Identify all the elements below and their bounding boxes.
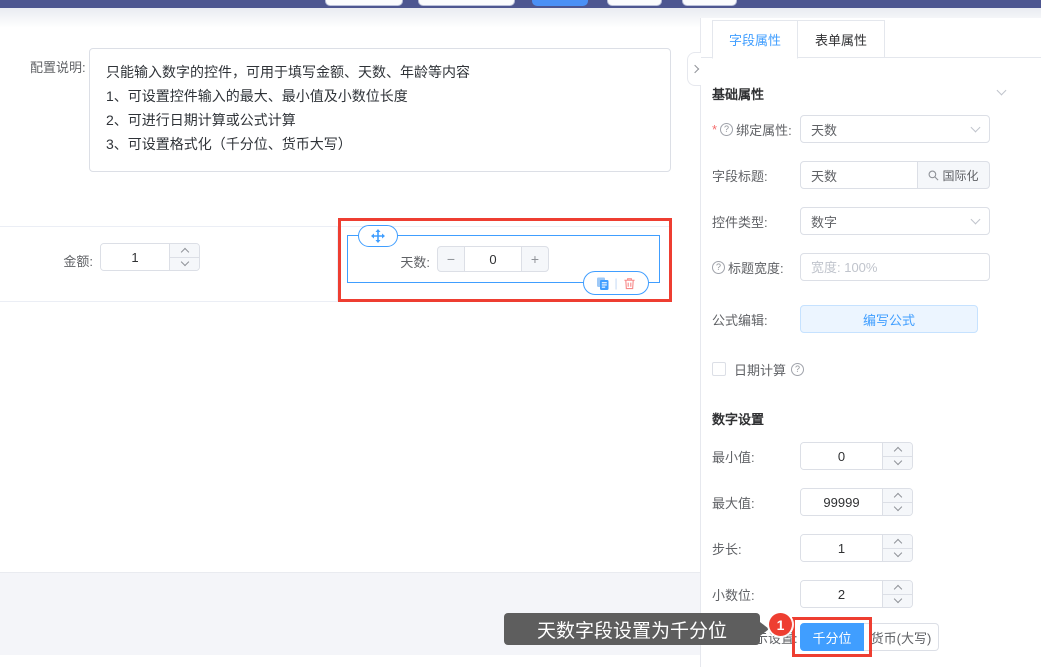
i18n-button[interactable]: 国际化 — [918, 161, 990, 189]
annotation-box-days-field — [338, 218, 672, 302]
config-line: 只能输入数字的控件，可用于填写金额、天数、年龄等内容 — [106, 60, 654, 84]
annotation-box-thousands-button — [792, 617, 872, 657]
question-circle-icon[interactable]: ? — [712, 261, 725, 274]
form-designer-screen: 配置说明: 只能输入数字的控件，可用于填写金额、天数、年龄等内容 1、可设置控件… — [0, 0, 1041, 667]
annotation-tooltip-arrow — [760, 622, 769, 636]
max-value-number-input — [800, 488, 913, 516]
spinner-up-button[interactable] — [883, 581, 912, 594]
chevron-up-icon — [893, 585, 901, 593]
chevron-right-icon — [690, 65, 698, 73]
currency-uppercase-button[interactable]: 货币(大写) — [864, 623, 939, 651]
min-value-row: 最小值: — [712, 442, 913, 470]
section-basic-properties: 基础属性 — [712, 84, 764, 103]
control-type-label: 控件类型: — [712, 212, 800, 231]
min-value-input[interactable] — [801, 443, 882, 469]
toolbar-button-partial[interactable] — [418, 0, 515, 6]
bind-property-value: 天数 — [811, 120, 837, 139]
chevron-up-icon — [893, 447, 901, 455]
amount-field-label: 金额: — [55, 251, 93, 270]
tab-form-properties[interactable]: 表单属性 — [797, 20, 885, 58]
spinner-up-button[interactable] — [883, 489, 912, 502]
chevron-down-icon — [971, 123, 981, 133]
config-description-box[interactable]: 只能输入数字的控件，可用于填写金额、天数、年龄等内容 1、可设置控件输入的最大、… — [89, 48, 671, 172]
date-calc-row: 日期计算 ? — [712, 355, 804, 383]
bind-property-label: 绑定属性: — [736, 120, 792, 139]
chevron-down-icon — [971, 215, 981, 225]
step-input[interactable] — [801, 535, 882, 561]
required-mark: * — [712, 122, 717, 137]
bind-property-row: * ? 绑定属性: 天数 — [712, 115, 990, 143]
chevron-down-icon — [180, 258, 188, 266]
amount-spinner-down-button[interactable] — [170, 257, 199, 271]
amount-input[interactable] — [101, 244, 169, 270]
title-width-input[interactable] — [800, 253, 990, 281]
spinner-down-button[interactable] — [883, 456, 912, 470]
question-circle-icon[interactable]: ? — [720, 123, 733, 136]
spinner-down-button[interactable] — [883, 594, 912, 608]
decimal-places-row: 小数位: — [712, 580, 913, 608]
section-number-settings: 数字设置 — [712, 409, 764, 428]
max-value-label: 最大值: — [712, 493, 800, 512]
control-type-value: 数字 — [811, 212, 837, 231]
decimal-places-label: 小数位: — [712, 585, 800, 604]
control-type-select[interactable]: 数字 — [800, 207, 990, 235]
toolbar-button-partial[interactable] — [682, 0, 737, 6]
date-calc-label: 日期计算 — [734, 360, 786, 379]
annotation-tooltip: 天数字段设置为千分位 — [504, 613, 760, 645]
field-title-row: 字段标题: 国际化 — [712, 161, 990, 189]
field-title-label: 字段标题: — [712, 166, 800, 185]
formula-row: 公式编辑: 编写公式 — [712, 305, 978, 333]
chevron-up-icon — [893, 539, 901, 547]
step-label: 步长: — [712, 539, 800, 558]
amount-spinner-up-button[interactable] — [170, 244, 199, 257]
title-width-row: ? 标题宽度: — [712, 253, 990, 281]
formula-label: 公式编辑: — [712, 310, 800, 329]
decimal-places-number-input — [800, 580, 913, 608]
chevron-down-icon — [893, 595, 901, 603]
tab-field-properties[interactable]: 字段属性 — [712, 20, 798, 59]
annotation-badge-1: 1 — [769, 613, 792, 636]
max-value-input[interactable] — [801, 489, 882, 515]
decimal-places-input[interactable] — [801, 581, 882, 607]
panel-collapse-handle[interactable] — [687, 52, 701, 86]
toolbar-button-partial[interactable] — [607, 0, 662, 6]
config-line: 1、可设置控件输入的最大、最小值及小数位长度 — [106, 84, 654, 108]
config-description-label: 配置说明: — [30, 57, 86, 76]
chevron-down-icon — [893, 503, 901, 511]
canvas-bottom-strip — [0, 655, 700, 667]
config-line: 3、可设置格式化（千分位、货币大写） — [106, 132, 654, 156]
i18n-button-label: 国际化 — [942, 167, 978, 184]
spinner-up-button[interactable] — [883, 535, 912, 548]
top-toolbar — [0, 0, 1041, 8]
toolbar-button-partial[interactable] — [325, 0, 403, 6]
bind-property-select[interactable]: 天数 — [800, 115, 990, 143]
search-icon — [928, 170, 939, 181]
max-value-row: 最大值: — [712, 488, 913, 516]
spinner-down-button[interactable] — [883, 502, 912, 516]
config-line: 2、可进行日期计算或公式计算 — [106, 108, 654, 132]
date-calc-checkbox[interactable] — [712, 362, 726, 376]
amount-number-input — [100, 243, 200, 271]
control-type-row: 控件类型: 数字 — [712, 207, 990, 235]
toolbar-button-partial-primary[interactable] — [532, 0, 588, 6]
spinner-down-button[interactable] — [883, 548, 912, 562]
chevron-up-icon — [893, 493, 901, 501]
chevron-down-icon — [893, 549, 901, 557]
write-formula-button[interactable]: 编写公式 — [800, 305, 978, 333]
step-number-input — [800, 534, 913, 562]
amount-spinner — [169, 244, 199, 270]
question-circle-icon[interactable]: ? — [791, 363, 804, 376]
spinner-up-button[interactable] — [883, 443, 912, 456]
step-row: 步长: — [712, 534, 913, 562]
title-width-label: 标题宽度: — [728, 258, 784, 277]
min-value-label: 最小值: — [712, 447, 800, 466]
min-value-number-input — [800, 442, 913, 470]
field-title-input[interactable] — [800, 161, 918, 189]
chevron-up-icon — [180, 248, 188, 256]
chevron-down-icon — [893, 457, 901, 465]
